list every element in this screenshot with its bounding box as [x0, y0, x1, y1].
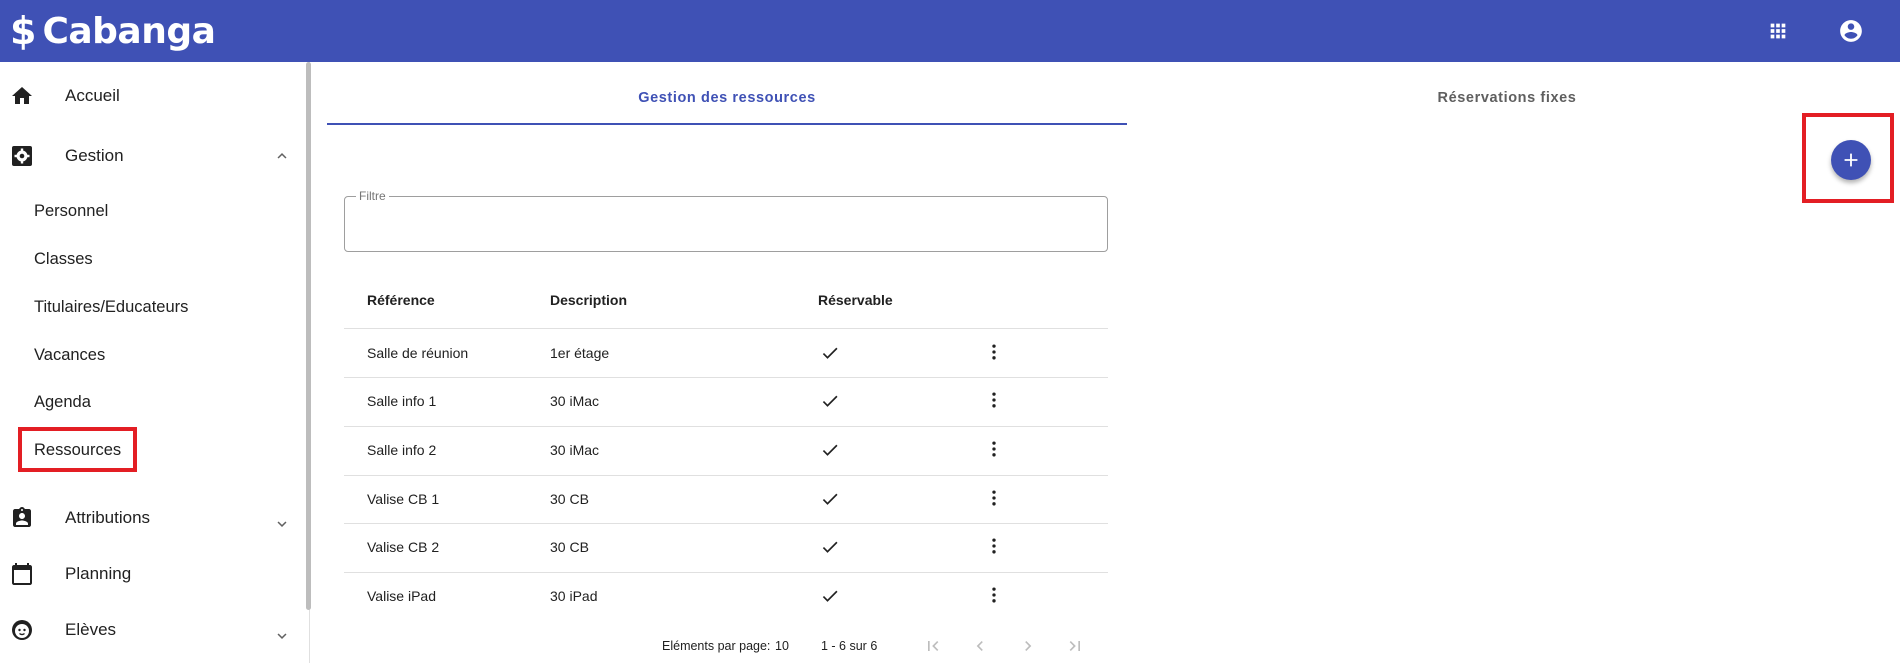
sidebar-scrollbar[interactable]: [306, 62, 311, 610]
check-icon: [820, 391, 840, 411]
cell-description: 1er étage: [550, 345, 610, 361]
tab-gestion-des-ressources[interactable]: Gestion des ressources: [327, 90, 1127, 106]
check-icon: [820, 537, 840, 557]
cell-reference: Valise CB 2: [367, 539, 440, 555]
sidebar-subitem-agenda[interactable]: Agenda: [34, 393, 91, 412]
sidebar-item-label: Elèves: [65, 620, 117, 639]
table-divider: [344, 426, 1108, 427]
sidebar-item-eleves[interactable]: Elèves: [0, 618, 300, 642]
logo-symbol: $: [10, 9, 37, 53]
sidebar-subitem-ressources[interactable]: Ressources: [34, 441, 121, 460]
chevron-down-icon: [273, 627, 291, 645]
cell-description: 30 CB: [550, 491, 589, 507]
app-logo[interactable]: $ Cabanga: [10, 8, 216, 54]
cell-reference: Valise iPad: [367, 588, 437, 604]
calendar-icon: [10, 562, 34, 586]
sidebar-subitem-classes[interactable]: Classes: [34, 250, 93, 269]
cell-reference: Salle info 1: [367, 393, 437, 409]
sidebar-item-label: Accueil: [65, 86, 120, 105]
sidebar-subitem-personnel[interactable]: Personnel: [34, 202, 108, 221]
active-tab-indicator: [327, 123, 1127, 125]
brand-name: Cabanga: [42, 10, 216, 52]
add-icon: [1844, 153, 1858, 167]
filter-label: Filtre: [356, 189, 389, 203]
column-header-reservable[interactable]: Réservable: [818, 292, 893, 308]
cell-reference: Salle info 2: [367, 442, 437, 458]
sidebar-subitem-titulaires[interactable]: Titulaires/Educateurs: [34, 298, 188, 317]
more-vert-icon[interactable]: [984, 584, 1004, 606]
table-divider: [344, 377, 1108, 378]
page-size-label: Eléments par page:: [662, 639, 771, 653]
sidebar-item-accueil[interactable]: Accueil: [0, 84, 300, 108]
table-divider: [344, 328, 1108, 329]
chevron-down-icon: [273, 515, 291, 533]
sidebar-item-planning[interactable]: Planning: [0, 562, 300, 586]
filter-input[interactable]: [344, 196, 1108, 252]
check-icon: [820, 489, 840, 509]
first-page-icon[interactable]: [923, 636, 943, 656]
assignment-ind-icon: [10, 506, 34, 530]
tab-reservations-fixes[interactable]: Réservations fixes: [1127, 90, 1887, 106]
sidebar-item-gestion[interactable]: Gestion: [0, 144, 300, 168]
table-divider: [344, 475, 1108, 476]
more-vert-icon[interactable]: [984, 341, 1004, 363]
sidebar-item-label: Attributions: [65, 508, 151, 527]
sidebar-item-attributions[interactable]: Attributions: [0, 506, 300, 530]
home-icon: [10, 84, 34, 108]
column-header-description[interactable]: Description: [550, 292, 627, 308]
check-icon: [820, 586, 840, 606]
page-size-select[interactable]: 10: [775, 639, 789, 653]
cell-description: 30 iMac: [550, 393, 600, 409]
sidebar-item-label: Gestion: [65, 146, 124, 165]
previous-page-icon[interactable]: [970, 636, 990, 656]
last-page-icon[interactable]: [1065, 636, 1085, 656]
cell-reference: Valise CB 1: [367, 491, 440, 507]
more-vert-icon[interactable]: [984, 487, 1004, 509]
apps-grid-icon[interactable]: [1767, 20, 1789, 42]
account-circle-icon[interactable]: [1838, 18, 1864, 44]
cell-description: 30 CB: [550, 539, 589, 555]
top-app-bar: $ Cabanga: [0, 0, 1900, 62]
sidebar-item-label: Planning: [65, 564, 132, 583]
add-resource-button[interactable]: [1831, 140, 1871, 180]
cell-description: 30 iMac: [550, 442, 600, 458]
child-face-icon: [10, 618, 34, 642]
more-vert-icon[interactable]: [984, 535, 1004, 557]
next-page-icon[interactable]: [1018, 636, 1038, 656]
check-icon: [820, 343, 840, 363]
table-divider: [344, 523, 1108, 524]
cell-description: 30 iPad: [550, 588, 598, 604]
sidebar: Accueil Gestion Personnel Classes Titula…: [0, 62, 311, 663]
more-vert-icon[interactable]: [984, 389, 1004, 411]
chevron-up-icon: [273, 147, 291, 165]
cell-reference: Salle de réunion: [367, 345, 469, 361]
more-vert-icon[interactable]: [984, 438, 1004, 460]
sidebar-subitem-vacances[interactable]: Vacances: [34, 346, 105, 365]
check-icon: [820, 440, 840, 460]
table-divider: [344, 572, 1108, 573]
column-header-reference[interactable]: Référence: [367, 292, 435, 308]
page-range-label: 1 - 6 sur 6: [821, 639, 878, 653]
settings-box-icon: [10, 144, 34, 168]
